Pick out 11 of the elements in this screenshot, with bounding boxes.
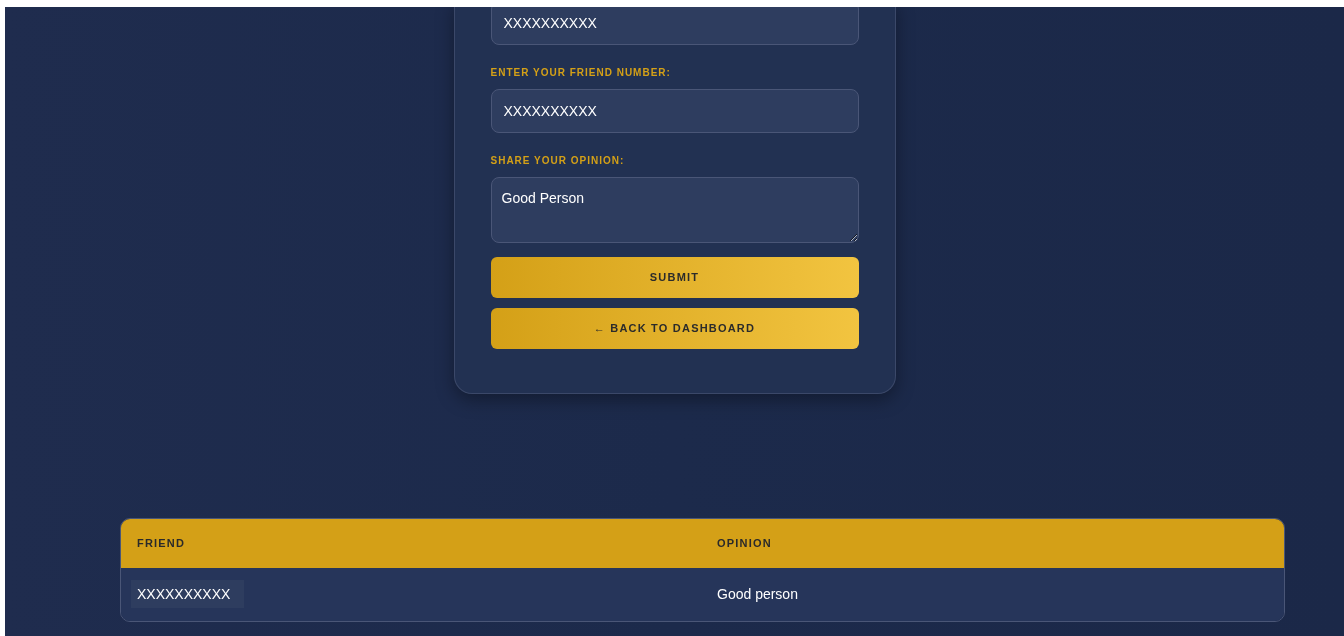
column-header: OPINION: [716, 536, 773, 552]
submit-button[interactable]: SUBMIT: [490, 257, 859, 298]
back-button[interactable]: ← BACK TO DASHBOARD: [490, 308, 859, 349]
field-label: ENTER YOUR FRIEND NUMBER:: [490, 66, 672, 80]
input-field[interactable]: XXXXXXXXXX: [490, 89, 859, 133]
opinion-field[interactable]: Good Person: [490, 177, 859, 243]
table-cell: Good person: [717, 586, 798, 602]
column-header: FRIEND: [136, 536, 187, 552]
field-label: SHARE YOUR OPINION:: [490, 154, 626, 168]
input-field[interactable]: XXXXXXXXXX: [490, 7, 859, 45]
table-cell: XXXXXXXXXX: [131, 580, 245, 608]
